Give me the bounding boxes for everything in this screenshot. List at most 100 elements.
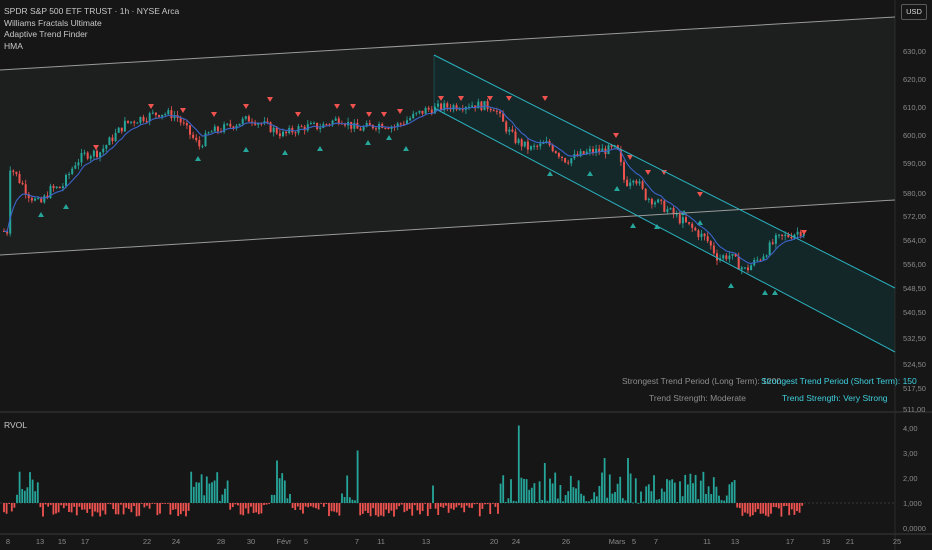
rvol-tick-label: 0,0000 — [903, 524, 926, 533]
rvol-bar — [341, 493, 343, 503]
short-term-strength-label: Trend Strength: Very Strong — [782, 393, 888, 403]
candle-body — [477, 101, 480, 109]
rvol-bar — [260, 503, 263, 514]
candle-body — [681, 217, 684, 224]
candle-body — [533, 145, 536, 147]
indicator-adaptive-trend[interactable]: Adaptive Trend Finder — [4, 29, 179, 41]
candle-body — [511, 129, 514, 132]
candle-body — [80, 153, 83, 163]
rvol-bar — [699, 480, 702, 503]
time-tick-label: 13 — [36, 537, 44, 546]
rvol-bar — [216, 472, 219, 503]
rvol-bar — [88, 503, 91, 509]
rvol-bar — [338, 503, 341, 516]
rvol-bar — [801, 503, 804, 506]
rvol-bar — [497, 503, 499, 514]
time-tick-label: 5 — [304, 537, 308, 546]
candle-body — [737, 256, 740, 270]
candle-body — [275, 127, 278, 134]
rvol-bar — [738, 503, 741, 509]
rvol-bar — [642, 501, 645, 503]
rvol-bar — [205, 476, 208, 503]
rvol-bar — [502, 475, 505, 503]
candle-body — [375, 128, 377, 130]
rvol-bar — [36, 482, 39, 503]
currency-button[interactable]: USD — [901, 4, 927, 20]
rvol-bar — [528, 489, 531, 503]
rvol-bar — [317, 503, 320, 510]
rvol-bar — [575, 488, 577, 503]
time-tick-label: 15 — [58, 537, 66, 546]
indicator-hma[interactable]: HMA — [4, 41, 179, 53]
rvol-bar — [218, 500, 221, 503]
candle-body — [750, 265, 753, 271]
rvol-bar — [104, 503, 107, 515]
rvol-bar — [315, 503, 317, 509]
candle-body — [319, 127, 322, 130]
rvol-bar — [650, 491, 653, 503]
rvol-bar — [270, 494, 273, 503]
rvol-bar — [146, 503, 148, 506]
rvol-bar — [452, 503, 455, 510]
rvol-bar — [419, 503, 421, 515]
rvol-bar — [759, 503, 762, 514]
rvol-bar — [736, 503, 739, 508]
rvol-bar — [572, 487, 575, 503]
candle-body — [678, 214, 681, 224]
rvol-bar — [47, 503, 50, 507]
rvol-bar — [276, 460, 278, 503]
indicator-williams-fractals[interactable]: Williams Fractals Ultimate — [4, 18, 179, 30]
time-tick-label: 30 — [247, 537, 255, 546]
rvol-bar — [746, 503, 749, 514]
time-tick-label: 7 — [355, 537, 359, 546]
rvol-bar — [96, 503, 99, 513]
price-chart[interactable]: 640,00630,00620,00610,00600,00590,00580,… — [0, 0, 932, 550]
candle-body — [145, 120, 148, 122]
rvol-bar — [390, 503, 393, 511]
candle-body — [743, 267, 746, 269]
candle-body — [15, 171, 18, 174]
candle-body — [632, 180, 635, 183]
rvol-bar — [463, 503, 466, 513]
candle-body — [747, 267, 749, 271]
candle-body — [557, 153, 560, 157]
rvol-bar — [559, 485, 562, 503]
rvol-bar — [775, 503, 778, 508]
candle-body — [55, 186, 58, 189]
rvol-bar — [250, 503, 252, 507]
rvol-bar — [125, 503, 128, 508]
candle-body — [564, 157, 567, 163]
rvol-bar — [793, 503, 796, 515]
rvol-bar — [653, 475, 655, 503]
rvol-bar — [291, 503, 294, 508]
time-tick-label: 17 — [81, 537, 89, 546]
rvol-bar — [608, 474, 611, 503]
time-tick-label: 28 — [217, 537, 225, 546]
rvol-bar — [117, 503, 120, 515]
rvol-bar — [723, 500, 726, 503]
candle-body — [238, 123, 241, 126]
candle-body — [740, 267, 743, 270]
candle-body — [58, 186, 61, 189]
rvol-bar — [309, 503, 312, 507]
candle-body — [167, 110, 170, 115]
candle-body — [421, 110, 424, 114]
rvol-bar — [611, 493, 614, 503]
rvol-bar — [135, 503, 138, 517]
rvol-bar — [60, 503, 63, 506]
rvol-bar — [187, 503, 190, 511]
rvol-bar — [348, 497, 351, 503]
rvol-bar — [413, 503, 416, 506]
rvol-bar — [65, 503, 68, 506]
rvol-bar — [757, 503, 759, 510]
rvol-bar — [143, 503, 146, 508]
rvol-bar — [455, 503, 458, 508]
candle-body — [30, 197, 33, 201]
candle-body — [154, 112, 157, 116]
time-tick-label: 8 — [6, 537, 10, 546]
rvol-bar — [632, 502, 635, 504]
candle-body — [626, 179, 629, 187]
rvol-bar — [400, 503, 403, 505]
rvol-pane-label[interactable]: RVOL — [4, 420, 27, 430]
symbol-title[interactable]: SPDR S&P 500 ETF TRUST · 1h · NYSE Arca — [4, 6, 179, 18]
